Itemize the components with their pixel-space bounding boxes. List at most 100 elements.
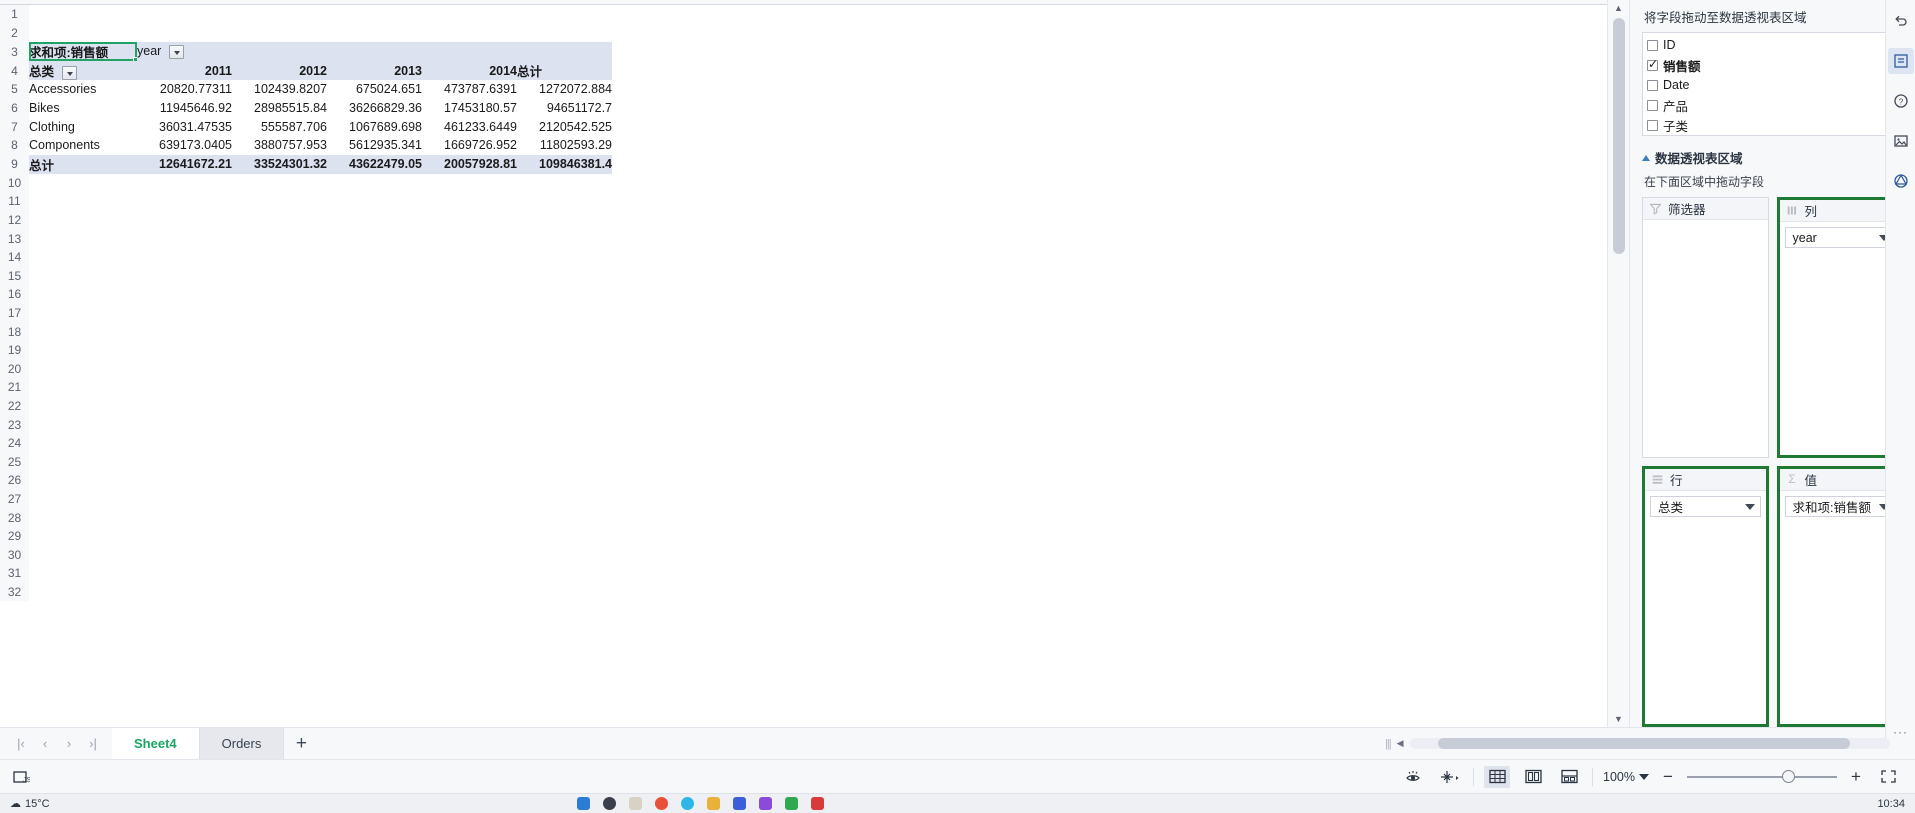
cell[interactable] [612,489,707,509]
cell[interactable] [612,5,707,24]
cell[interactable] [29,210,137,230]
cell[interactable] [422,23,517,43]
grid-row[interactable]: 29 [0,526,1372,546]
cell[interactable] [707,340,802,360]
cell[interactable] [707,210,802,230]
cell[interactable] [1182,173,1277,193]
cell[interactable] [517,303,612,323]
cell[interactable] [29,5,137,24]
cell[interactable] [992,396,1087,416]
pivot-data-row[interactable]: 5 Accessories 20820.77311 102439.8207 67… [0,80,1372,99]
cell[interactable] [232,582,327,602]
row-header[interactable]: 10 [0,173,29,193]
cell[interactable] [137,545,232,565]
checkbox-checked-icon[interactable] [1647,57,1658,71]
pivot-value-cell[interactable]: 5612935.341 [327,135,422,155]
cell[interactable] [517,322,612,341]
cell[interactable] [707,80,802,99]
cell[interactable] [707,266,802,286]
cell[interactable] [422,340,517,360]
cell[interactable] [137,452,232,472]
cell[interactable] [1182,210,1277,230]
grid-row-pivot-field[interactable]: 3 求和项:销售额 year [0,42,1372,62]
cell[interactable] [897,545,992,565]
cell[interactable] [29,247,137,267]
cell[interactable] [612,117,707,136]
pivot-column-field-cell[interactable]: year [137,42,232,62]
cell[interactable] [422,415,517,434]
cell[interactable] [29,173,137,193]
grid-viewport[interactable]: 1 2 3 求和项:销售额 year 4 总类 2011 2012 2013 2… [0,0,1607,727]
grand-total-cell[interactable]: 20057928.81 [422,154,517,174]
cell[interactable] [137,415,232,434]
cell[interactable] [327,489,422,509]
cell[interactable] [707,359,802,379]
cell[interactable] [327,452,422,472]
splitter-grip-icon[interactable]: ||| [1385,738,1392,750]
cell[interactable] [1182,80,1277,99]
zoom-out-button[interactable]: − [1659,767,1677,787]
row-header[interactable]: 26 [0,471,29,490]
cell[interactable] [992,582,1087,602]
cell[interactable] [897,229,992,248]
cell[interactable] [1182,415,1277,434]
cell[interactable] [1087,415,1182,434]
field-chip-category[interactable]: 总类 [1650,496,1761,517]
cell[interactable] [137,322,232,341]
cell[interactable] [29,303,137,323]
cell[interactable] [137,582,232,602]
cell[interactable] [137,396,232,416]
cell[interactable] [1182,396,1277,416]
app-icon[interactable] [758,797,772,810]
cell[interactable] [517,210,612,230]
cell[interactable] [422,564,517,583]
field-item-sales[interactable]: 销售额 [1647,55,1888,75]
worksheet-grid[interactable]: 1 2 3 求和项:销售额 year 4 总类 2011 2012 2013 2… [0,5,1372,602]
cell[interactable] [1182,303,1277,323]
scroll-left-icon[interactable]: ◀ [1397,738,1404,749]
grid-row[interactable]: 23 [0,415,1372,434]
cell[interactable] [1182,23,1277,43]
cell[interactable] [422,5,517,24]
cell[interactable] [612,192,707,211]
cell[interactable] [802,396,897,416]
cell[interactable] [327,229,422,248]
cell[interactable] [897,378,992,397]
cell[interactable] [137,489,232,509]
cell[interactable] [897,396,992,416]
shapes-pane-icon[interactable] [1888,168,1914,194]
cell[interactable] [1087,396,1182,416]
cell[interactable] [992,210,1087,230]
cell[interactable] [612,135,707,155]
cell[interactable] [1182,582,1277,602]
cell[interactable] [29,359,137,379]
zoom-slider[interactable] [1687,769,1837,783]
pivot-row-total-cell[interactable]: 1272072.884 [517,80,612,99]
cell[interactable] [897,489,992,509]
cell[interactable] [1087,489,1182,509]
cell[interactable] [29,564,137,583]
cell[interactable] [1087,452,1182,472]
app-icon[interactable] [654,797,668,810]
cell[interactable] [1087,80,1182,99]
cell[interactable] [1182,433,1277,453]
cell[interactable] [612,582,707,602]
cell[interactable] [612,359,707,379]
prev-sheet-icon[interactable]: ‹ [34,733,56,755]
cell[interactable] [612,545,707,565]
cell[interactable] [897,526,992,546]
cell[interactable] [802,173,897,193]
image-pane-icon[interactable] [1888,128,1914,154]
cell[interactable] [1087,378,1182,397]
cell[interactable] [992,378,1087,397]
cell[interactable] [327,285,422,304]
cell[interactable] [707,229,802,248]
cell[interactable] [327,564,422,583]
cell[interactable] [897,266,992,286]
cell[interactable] [1087,266,1182,286]
cell[interactable] [327,526,422,546]
cell[interactable] [992,285,1087,304]
cell[interactable] [992,80,1087,99]
pivot-value-cell[interactable]: 461233.6449 [422,117,517,136]
pivot-value-cell[interactable]: 36031.47535 [137,117,232,136]
